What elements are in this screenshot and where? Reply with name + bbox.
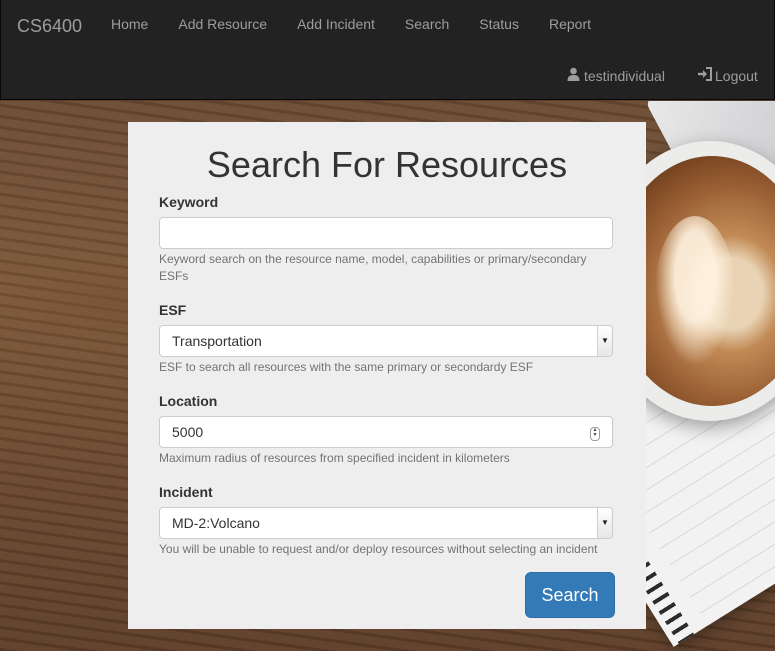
keyword-input[interactable] (159, 217, 613, 249)
page-title: Search For Resources (206, 144, 568, 185)
brand-link[interactable]: CS6400 (17, 16, 82, 37)
location-label: Location (159, 393, 218, 409)
incident-select[interactable]: MD-2:Volcano ▼ (159, 507, 613, 539)
location-input[interactable]: 5000 ▴ ▾ (159, 416, 613, 448)
esf-select[interactable]: Transportation ▼ (159, 325, 613, 357)
username: testindividual (584, 67, 665, 84)
stepper-icon[interactable]: ▴ ▾ (590, 427, 600, 441)
keyword-label: Keyword (159, 194, 219, 210)
chevron-down-icon[interactable]: ▼ (597, 508, 612, 538)
navbar: CS6400 Home Add Resource Add Incident Se… (0, 0, 775, 100)
incident-label: Incident (159, 484, 213, 500)
location-help: Maximum radius of resources from specifi… (159, 451, 510, 465)
search-panel: Search For Resources Keyword Keyword sea… (128, 122, 646, 629)
logout-label: Logout (715, 67, 758, 84)
esf-help: ESF to search all resources with the sam… (159, 360, 534, 374)
chevron-down-icon[interactable]: ▼ (597, 326, 612, 356)
incident-help: You will be unable to request and/or dep… (159, 542, 598, 556)
nav-links: Home Add Resource Add Incident Search St… (96, 16, 606, 32)
nav-search[interactable]: Search (390, 16, 464, 32)
nav-report[interactable]: Report (534, 16, 606, 32)
user-icon (567, 67, 580, 84)
user-link[interactable]: testindividual (567, 67, 665, 84)
search-button[interactable]: Search (525, 572, 615, 618)
nav-add-resource[interactable]: Add Resource (163, 16, 282, 32)
log-in-icon (697, 67, 713, 84)
esf-label: ESF (159, 302, 187, 318)
logout-link[interactable]: Logout (697, 67, 758, 84)
latte-art (655, 216, 735, 366)
incident-selected: MD-2:Volcano (172, 515, 260, 531)
nav-add-incident[interactable]: Add Incident (282, 16, 390, 32)
nav-status[interactable]: Status (464, 16, 534, 32)
esf-selected: Transportation (172, 333, 262, 349)
nav-home[interactable]: Home (96, 16, 163, 32)
location-value: 5000 (172, 424, 204, 440)
keyword-help: Keyword search on the resource name, mod… (159, 252, 587, 283)
